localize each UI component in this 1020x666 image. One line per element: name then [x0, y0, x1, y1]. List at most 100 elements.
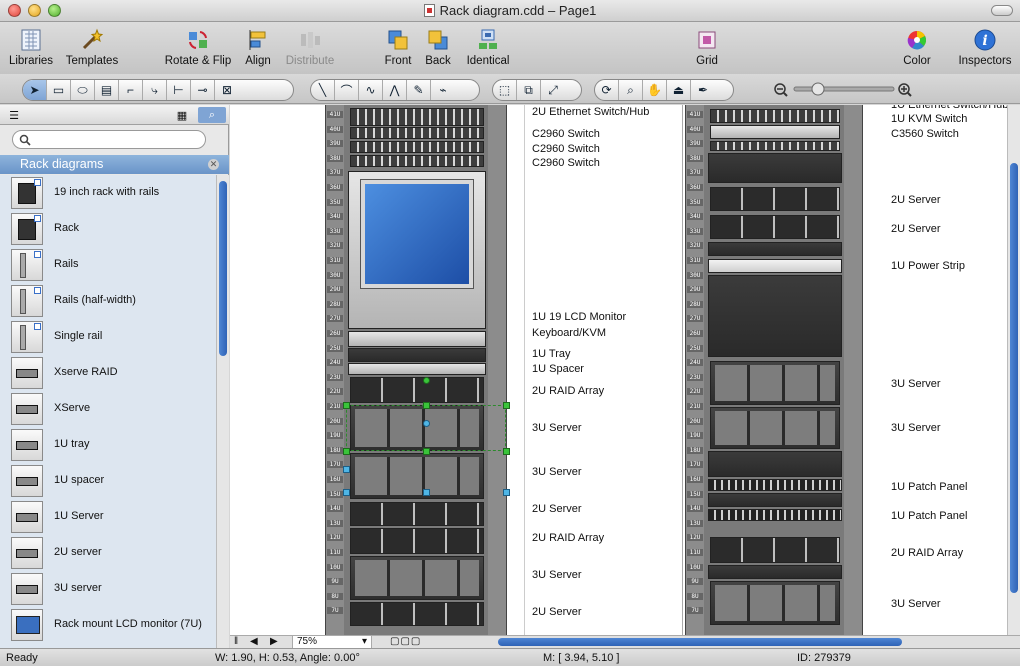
- resize-handle[interactable]: [423, 402, 430, 409]
- server-3u-device[interactable]: [350, 556, 484, 600]
- rack-2-device-label[interactable]: 1U Ethernet Switch/Hub: [891, 105, 1007, 111]
- rack-1-device-label[interactable]: 1U 19 LCD Monitor: [532, 311, 626, 323]
- canvas-horizontal-scroll-thumb[interactable]: [498, 638, 902, 646]
- ethernet-switch-device[interactable]: [710, 109, 840, 123]
- pointer-tool[interactable]: ➤: [23, 80, 47, 100]
- server-2u-device[interactable]: [350, 602, 484, 626]
- libraries-button[interactable]: Libraries: [6, 28, 56, 67]
- secondary-handle[interactable]: [343, 466, 350, 473]
- server-3u-device[interactable]: [710, 361, 840, 405]
- raid-array-device[interactable]: [350, 528, 484, 554]
- page-view-icons[interactable]: ▢▢▢: [390, 636, 421, 647]
- insert-tool[interactable]: ⊠: [215, 80, 239, 100]
- library-item[interactable]: Rack: [0, 211, 216, 247]
- color-button[interactable]: Color: [899, 28, 935, 67]
- library-item[interactable]: Rails: [0, 247, 216, 283]
- c2960-switch-device[interactable]: [350, 155, 484, 167]
- rack-2-device-label[interactable]: 3U Server: [891, 598, 941, 610]
- refresh-tool[interactable]: ⟳: [595, 80, 619, 100]
- secondary-handle[interactable]: [343, 489, 350, 496]
- rack-1-device-label[interactable]: C2960 Switch: [532, 128, 600, 140]
- rack-1-device-label[interactable]: 3U Server: [532, 569, 582, 581]
- server-2u-device[interactable]: [710, 187, 840, 211]
- freehand-tool[interactable]: ✎: [407, 80, 431, 100]
- rack-2[interactable]: 41U 40U 39U 38U 37U 36U 35U 34U 33U 32U 31U 30U 29U 2…: [685, 105, 863, 635]
- library-item[interactable]: Single rail: [0, 319, 216, 355]
- rectangle-tool[interactable]: ▭: [47, 80, 71, 100]
- library-item[interactable]: 19 inch rack with rails: [0, 175, 216, 211]
- library-search-field[interactable]: [12, 130, 206, 149]
- rack-1-device-label[interactable]: 2U Server: [532, 606, 582, 618]
- page-prev-icon[interactable]: ◀: [250, 636, 258, 647]
- library-header[interactable]: Rack diagrams ✕: [0, 155, 229, 174]
- canvas-vertical-scroll-thumb[interactable]: [1010, 163, 1018, 593]
- rack-2-device-label[interactable]: 3U Server: [891, 378, 941, 390]
- bezier-tool[interactable]: ∿: [359, 80, 383, 100]
- spacer-device[interactable]: [348, 363, 486, 375]
- c2960-switch-device[interactable]: [350, 141, 484, 153]
- library-item[interactable]: 1U spacer: [0, 463, 216, 499]
- smart-connector-tool[interactable]: ⤷: [143, 80, 167, 100]
- keyboard-kvm-device[interactable]: [348, 331, 486, 347]
- rack-2-device-label[interactable]: 3U Server: [891, 422, 941, 434]
- tree-view-tab[interactable]: ☰: [4, 107, 24, 123]
- resize-handle[interactable]: [343, 448, 350, 455]
- rack-2-device-label[interactable]: 1U KVM Switch: [891, 113, 967, 125]
- rack-1-device-label[interactable]: 2U Ethernet Switch/Hub: [532, 106, 649, 118]
- zoom-tool[interactable]: ⌕: [619, 80, 643, 100]
- close-library-icon[interactable]: ✕: [208, 159, 219, 170]
- rack-1[interactable]: 41U 40U 39U 38U 37U 36U 35U 34U 33U 32U 31U 30U 29U 2…: [325, 105, 507, 635]
- spline-tool[interactable]: ⌁: [431, 80, 455, 100]
- align-button[interactable]: Align: [240, 28, 276, 67]
- canvas-vertical-scrollbar[interactable]: [1007, 105, 1020, 635]
- inspectors-button[interactable]: i Inspectors: [955, 28, 1015, 67]
- zoom-slider[interactable]: [772, 78, 922, 100]
- chain-tool[interactable]: ⊸: [191, 80, 215, 100]
- line-tool[interactable]: ╲: [311, 80, 335, 100]
- rack-2-device-label[interactable]: 1U Power Strip: [891, 260, 965, 272]
- resize-handle[interactable]: [343, 402, 350, 409]
- templates-button[interactable]: Templates: [62, 28, 122, 67]
- server-3u-device[interactable]: [710, 407, 840, 449]
- grid-view-tab[interactable]: ▦: [172, 107, 192, 123]
- c2960-switch-device[interactable]: [350, 127, 484, 139]
- rack-2-device-label[interactable]: 1U Patch Panel: [891, 481, 967, 493]
- bring-front-button[interactable]: Front: [380, 28, 416, 67]
- stamp-tool[interactable]: ⏏: [667, 80, 691, 100]
- ellipse-tool[interactable]: ⬭: [71, 80, 95, 100]
- server-3u-device[interactable]: [350, 453, 484, 499]
- rack-1-device-label[interactable]: 3U Server: [532, 422, 582, 434]
- rack-1-device-label[interactable]: 1U Tray: [532, 348, 571, 360]
- resize-handle[interactable]: [423, 448, 430, 455]
- lcd-monitor-device[interactable]: [348, 171, 486, 329]
- ethernet-switch-device[interactable]: [350, 108, 484, 126]
- search-tab[interactable]: ⌕: [198, 107, 226, 123]
- kvm-switch-device[interactable]: [710, 125, 840, 139]
- distribute-button[interactable]: Distribute: [281, 28, 339, 67]
- rack-1-device-label[interactable]: C2960 Switch: [532, 143, 600, 155]
- server-3u-device[interactable]: [710, 581, 840, 625]
- connector-tool[interactable]: ⌐: [119, 80, 143, 100]
- rack-1-device-label[interactable]: Keyboard/KVM: [532, 327, 606, 339]
- rack-2-device-label[interactable]: 2U RAID Array: [891, 547, 963, 559]
- library-item[interactable]: 2U server: [0, 535, 216, 571]
- library-item[interactable]: 1U Server: [0, 499, 216, 535]
- grid-button[interactable]: Grid: [690, 28, 724, 67]
- crop-image-tool[interactable]: ⧉: [517, 80, 541, 100]
- rack-1-device-label[interactable]: C2960 Switch: [532, 157, 600, 169]
- resize-handle[interactable]: [503, 448, 510, 455]
- patch-panel-device[interactable]: [708, 509, 842, 521]
- rack-2-device-label[interactable]: C3560 Switch: [891, 128, 959, 140]
- polyline-tool[interactable]: ⋀: [383, 80, 407, 100]
- rack-2-device-label[interactable]: 1U Patch Panel: [891, 510, 967, 522]
- library-item[interactable]: Rack mount LCD monitor (7U): [0, 607, 216, 643]
- library-scrollbar[interactable]: [216, 175, 229, 648]
- power-strip-device[interactable]: [708, 259, 842, 273]
- resize-handle[interactable]: [503, 402, 510, 409]
- server-2u-device[interactable]: [350, 502, 484, 526]
- server-2u-device[interactable]: [710, 215, 840, 239]
- rack-2-device-label[interactable]: 2U Server: [891, 223, 941, 235]
- rack-1-device-label[interactable]: 3U Server: [532, 466, 582, 478]
- eyedropper-tool[interactable]: ✒: [691, 80, 715, 100]
- identical-button[interactable]: Identical: [462, 28, 514, 67]
